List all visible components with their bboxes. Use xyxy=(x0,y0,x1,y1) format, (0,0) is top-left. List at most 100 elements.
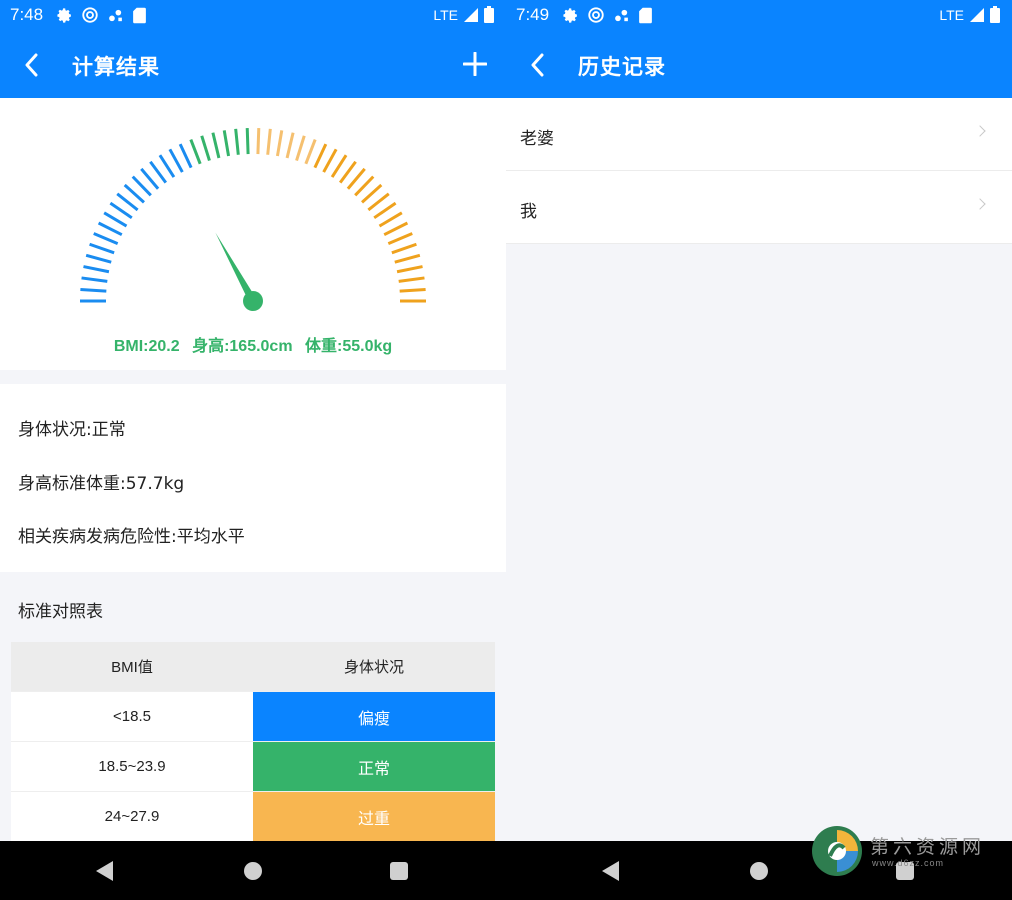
gauge-tick xyxy=(304,139,317,165)
status-system-icons: LTE xyxy=(939,6,1000,23)
status-time: 7:49 xyxy=(516,5,550,24)
bmi-gauge xyxy=(80,128,426,311)
gauge-tick xyxy=(285,132,295,159)
gauge-tick xyxy=(361,183,383,204)
status-time: 7:48 xyxy=(10,5,44,24)
bmi-gauge-card: BMI:20.2 身高:165.0cm 体重:55.0kg xyxy=(0,98,506,370)
gauge-tick xyxy=(367,192,390,212)
network-type: LTE xyxy=(939,6,964,23)
watermark-logo-icon xyxy=(812,826,862,876)
gear-icon xyxy=(563,7,577,23)
gauge-tick xyxy=(93,232,119,245)
weight-text: 体重:55.0kg xyxy=(305,338,393,355)
gear-icon xyxy=(57,7,71,23)
table-row: 24~27.9 过重 xyxy=(11,792,495,842)
gauge-tick xyxy=(80,287,107,293)
height-text: 身高:165.0cm xyxy=(192,338,293,355)
gauge-tick xyxy=(131,175,152,197)
nav-back-icon[interactable] xyxy=(96,861,113,881)
gauge-tick xyxy=(396,265,423,274)
status-bar: 7:49 LTE xyxy=(506,0,1012,30)
standard-weight-text: 身高标准体重:57.7kg xyxy=(18,474,185,494)
reference-table: BMI值 身体状况 <18.5 偏瘦 18.5~23.9 正常 24~27.9 … xyxy=(11,642,495,842)
connection-icon xyxy=(109,9,122,21)
gauge-tick xyxy=(97,221,123,237)
gauge-tick xyxy=(354,175,375,197)
nav-recents-icon[interactable] xyxy=(390,862,408,880)
gauge-tick xyxy=(103,211,128,228)
watermark-text: 第六资源网 xyxy=(870,836,986,858)
plus-icon xyxy=(463,52,487,76)
status-cell: 偏瘦 xyxy=(253,692,495,741)
watermark: 第六资源网 www.d6zz.com xyxy=(812,826,992,876)
status-system-icons: LTE xyxy=(433,6,494,23)
body-status-text: 身体状况:正常 xyxy=(18,420,126,440)
history-item[interactable]: 我 xyxy=(506,171,1012,244)
sync-icon xyxy=(588,7,604,23)
page-title: 计算结果 xyxy=(72,55,160,79)
gauge-tick xyxy=(295,135,306,162)
gauge-tick xyxy=(178,143,193,169)
back-button[interactable] xyxy=(16,50,46,80)
gauge-tick xyxy=(234,128,240,155)
nav-home-icon[interactable] xyxy=(244,862,262,880)
gauge-tick xyxy=(322,148,338,173)
gauge-tick xyxy=(85,253,112,264)
result-screen: 7:48 LTE 计算结果 BMI:20.2 身高:165.0cm 体重:55.… xyxy=(0,0,506,900)
page-title: 历史记录 xyxy=(578,55,666,79)
status-cell: 正常 xyxy=(253,742,495,791)
connection-icon xyxy=(615,9,628,21)
gauge-hub xyxy=(243,291,263,311)
disease-risk-text: 相关疾病发病危险性:平均水平 xyxy=(18,527,245,547)
history-screen: 7:49 LTE 历史记录 老婆 我 第六资源网 www.d6zz.com xyxy=(506,0,1012,900)
watermark-url: www.d6zz.com xyxy=(872,858,945,868)
gauge-tick xyxy=(109,201,133,220)
gauge-tick xyxy=(338,160,357,184)
table-header-status: 身体状况 xyxy=(253,642,495,691)
gauge-tick xyxy=(275,130,284,157)
nav-home-icon[interactable] xyxy=(750,862,768,880)
table-row: <18.5 偏瘦 xyxy=(11,692,495,742)
add-button[interactable] xyxy=(460,49,490,79)
gauge-tick xyxy=(211,132,221,159)
reference-table-title: 标准对照表 xyxy=(18,602,103,622)
signal-icon xyxy=(464,7,478,22)
chevron-right-icon xyxy=(974,198,986,210)
gauge-tick xyxy=(373,201,397,220)
battery-icon xyxy=(990,6,1000,23)
gauge-tick xyxy=(399,287,426,293)
gauge-tick xyxy=(245,128,250,155)
chevron-right-icon xyxy=(974,125,986,137)
table-header-row: BMI值 身体状况 xyxy=(11,642,495,692)
status-notification-icons xyxy=(56,6,147,24)
gauge-tick xyxy=(394,253,421,264)
gauge-tick xyxy=(378,211,403,228)
gauge-tick xyxy=(387,232,413,245)
nav-back-icon[interactable] xyxy=(602,861,619,881)
network-type: LTE xyxy=(433,6,458,23)
history-item[interactable]: 老婆 xyxy=(506,98,1012,171)
gauge-tick xyxy=(140,167,160,190)
bmi-range-cell: 18.5~23.9 xyxy=(11,742,253,791)
history-list: 老婆 我 xyxy=(506,98,1012,244)
chevron-left-icon xyxy=(25,53,38,77)
body-info-card: 身体状况:正常 身高标准体重:57.7kg 相关疾病发病危险性:平均水平 xyxy=(0,384,506,572)
gauge-tick xyxy=(149,160,168,184)
bmi-range-cell: <18.5 xyxy=(11,692,253,741)
gauge-tick xyxy=(256,128,261,155)
chevron-left-icon xyxy=(531,53,544,77)
status-notification-icons xyxy=(562,6,653,24)
back-button[interactable] xyxy=(522,50,552,80)
gauge-tick xyxy=(200,135,211,162)
gauge-tick xyxy=(346,167,366,190)
gauge-tick xyxy=(158,154,176,178)
gauge-tick xyxy=(383,221,409,237)
gauge-tick xyxy=(123,183,145,204)
status-bar: 7:48 LTE xyxy=(0,0,506,30)
gauge-tick xyxy=(89,242,115,255)
navigation-bar xyxy=(0,841,506,900)
gauge-tick xyxy=(391,242,417,255)
bmi-summary: BMI:20.2 身高:165.0cm 体重:55.0kg xyxy=(0,332,506,356)
gauge-tick xyxy=(189,139,202,165)
sd-card-icon xyxy=(133,7,146,23)
